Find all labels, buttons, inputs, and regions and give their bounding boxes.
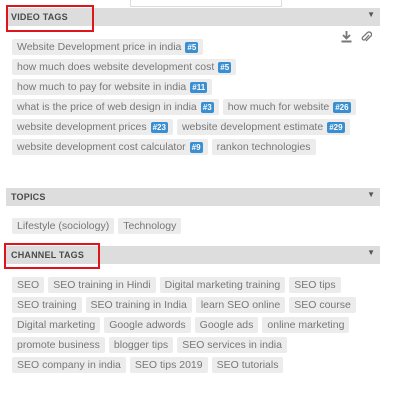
tag-label: Digital marketing: [17, 319, 96, 331]
tag-label: SEO: [17, 279, 40, 291]
tag-label: SEO tips: [294, 279, 336, 291]
video-tags-highlight: [6, 5, 94, 32]
video-tag[interactable]: website development prices #23: [12, 119, 173, 135]
video-tag[interactable]: how much to pay for website in india #11: [12, 79, 213, 95]
channel-tag[interactable]: SEO tips 2019: [129, 357, 208, 373]
tag-label: what is the price of web design in india: [17, 101, 197, 113]
tag-label: online marketing: [267, 319, 345, 331]
rank-badge: #3: [200, 101, 214, 113]
channel-tag[interactable]: Digital marketing training: [159, 277, 286, 293]
tag-label: website development prices: [17, 121, 147, 133]
tag-label: how much for website: [227, 101, 330, 113]
channel-tag[interactable]: SEO: [12, 277, 45, 293]
channel-tag[interactable]: blogger tips: [108, 337, 174, 353]
triangle-down-icon[interactable]: ▼: [367, 10, 375, 19]
rank-badge: #11: [190, 81, 208, 93]
video-tag[interactable]: how much for website #26: [222, 99, 356, 115]
tag-label: Lifestyle (sociology): [17, 220, 110, 232]
rank-badge: #5: [185, 41, 199, 53]
channel-tag[interactable]: SEO course: [289, 297, 356, 313]
tag-label: Website Development price in india: [17, 41, 182, 53]
tag-label: rankon technologies: [216, 141, 311, 153]
channel-tag[interactable]: SEO training: [12, 297, 82, 313]
triangle-down-icon[interactable]: ▼: [367, 248, 375, 257]
video-tag[interactable]: website development estimate #29: [176, 119, 350, 135]
channel-tag[interactable]: Digital marketing: [12, 317, 101, 333]
channel-tag[interactable]: Google adwords: [104, 317, 191, 333]
tag-label: SEO training in Hindi: [53, 279, 151, 291]
tag-label: blogger tips: [113, 339, 169, 351]
tag-label: learn SEO online: [200, 299, 281, 311]
video-tag[interactable]: Website Development price in india #5: [12, 39, 204, 55]
tag-label: how much does website development cost: [17, 61, 215, 73]
tag-label: SEO tutorials: [216, 359, 279, 371]
channel-tag[interactable]: SEO tutorials: [211, 357, 284, 373]
rank-badge: #29: [327, 121, 345, 133]
tag-label: website development cost calculator: [17, 141, 186, 153]
tag-label: Google ads: [199, 319, 254, 331]
tag-label: SEO training in India: [90, 299, 187, 311]
channel-tag[interactable]: Google ads: [194, 317, 259, 333]
channel-tags-list: SEO SEO training in Hindi Digital market…: [12, 277, 372, 373]
rank-badge: #9: [189, 141, 203, 153]
tag-label: SEO company in india: [17, 359, 121, 371]
tag-label: how much to pay for website in india: [17, 81, 187, 93]
video-tag[interactable]: website development cost calculator #9: [12, 139, 208, 155]
rank-badge: #23: [150, 121, 168, 133]
topic-tag[interactable]: Lifestyle (sociology): [12, 218, 115, 234]
triangle-down-icon[interactable]: ▼: [367, 190, 375, 199]
tag-label: promote business: [17, 339, 100, 351]
topics-list: Lifestyle (sociology) Technology: [12, 218, 372, 234]
tab-edge: [130, 0, 282, 7]
video-tag[interactable]: rankon technologies: [211, 139, 316, 155]
tag-label: SEO training: [17, 299, 77, 311]
channel-tag[interactable]: promote business: [12, 337, 105, 353]
tag-label: SEO services in india: [182, 339, 282, 351]
channel-tags-highlight: [4, 243, 100, 269]
tag-label: SEO course: [294, 299, 351, 311]
rank-badge: #26: [333, 101, 351, 113]
tag-label: Technology: [123, 220, 177, 232]
channel-tag[interactable]: learn SEO online: [195, 297, 286, 313]
video-tag[interactable]: what is the price of web design in india…: [12, 99, 219, 115]
channel-tag[interactable]: online marketing: [262, 317, 350, 333]
channel-tag[interactable]: SEO training in India: [85, 297, 192, 313]
channel-tag[interactable]: SEO company in india: [12, 357, 126, 373]
rank-badge: #5: [218, 61, 232, 73]
video-tags-list: Website Development price in india #5 how…: [12, 39, 372, 155]
topic-tag[interactable]: Technology: [118, 218, 182, 234]
channel-tag[interactable]: SEO services in india: [177, 337, 287, 353]
tag-label: website development estimate: [181, 121, 324, 133]
video-tag[interactable]: how much does website development cost #5: [12, 59, 237, 75]
topics-header[interactable]: TOPICS ▼: [6, 188, 380, 206]
tag-label: Digital marketing training: [164, 279, 281, 291]
channel-tag[interactable]: SEO training in Hindi: [48, 277, 156, 293]
tag-label: Google adwords: [109, 319, 186, 331]
channel-tag[interactable]: SEO tips: [289, 277, 341, 293]
topics-title: TOPICS: [11, 192, 46, 202]
tag-label: SEO tips 2019: [134, 359, 203, 371]
